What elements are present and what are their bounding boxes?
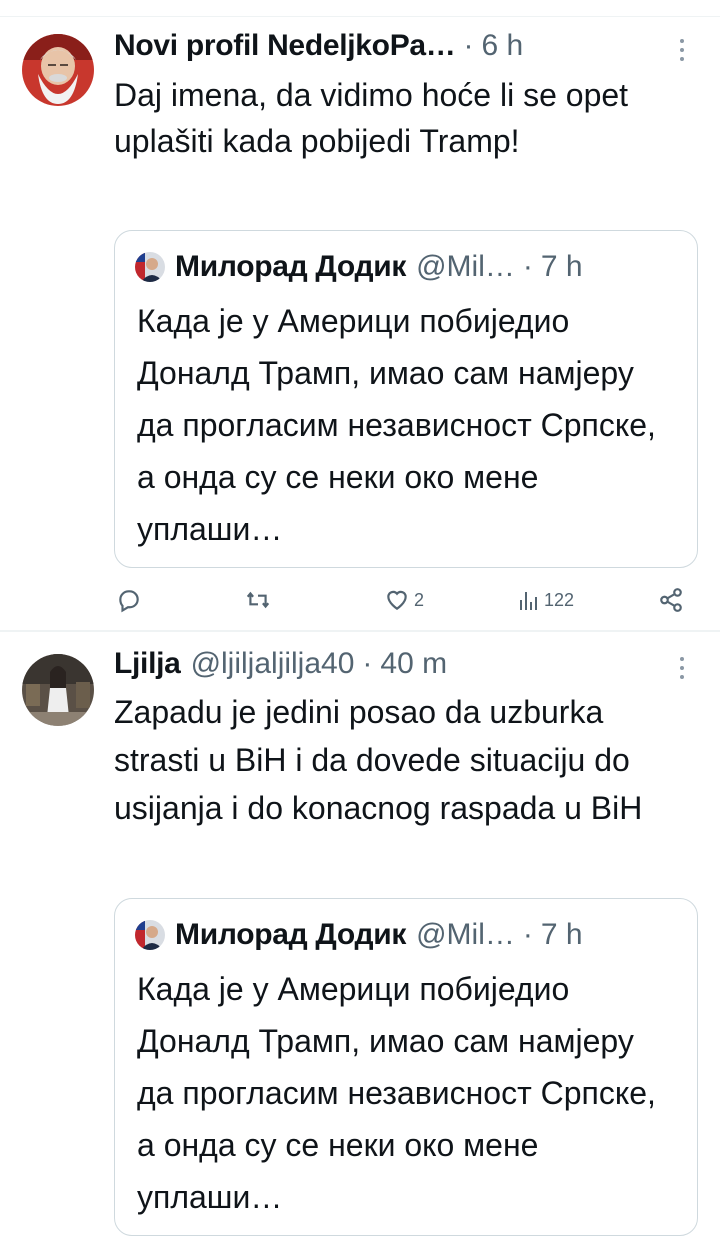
separator: · bbox=[362, 647, 373, 680]
quote-text: Када је у Америци побиједио Доналд Трамп… bbox=[137, 303, 656, 547]
like-button[interactable]: 2 bbox=[384, 580, 424, 620]
quote-handle: @Mil… bbox=[416, 250, 515, 283]
quoted-tweet[interactable]: Милорад Додик @Mil… · 7 h Када је у Амер… bbox=[114, 898, 698, 1236]
avatar[interactable] bbox=[22, 654, 94, 726]
author-name[interactable]: Novi profil NedeljkoPa… bbox=[114, 29, 456, 63]
quote-handle: @Mil… bbox=[416, 918, 515, 951]
avatar[interactable] bbox=[22, 34, 94, 106]
avatar-image bbox=[22, 34, 94, 106]
reply-button[interactable] bbox=[116, 580, 142, 620]
retweet-icon bbox=[246, 591, 270, 609]
tweet-text: Zapadu je jedini posao da uzburka strast… bbox=[114, 694, 643, 826]
separator: · bbox=[522, 918, 533, 951]
more-icon[interactable] bbox=[672, 648, 692, 688]
share-button[interactable] bbox=[658, 580, 684, 620]
like-count: 2 bbox=[414, 589, 425, 610]
view-count: 122 bbox=[544, 589, 575, 610]
quote-text: Када је у Америци побиједио Доналд Трамп… bbox=[137, 971, 656, 1215]
heart-icon bbox=[387, 590, 407, 610]
tweet-divider bbox=[0, 630, 720, 632]
separator: · bbox=[522, 250, 533, 283]
reply-icon bbox=[119, 590, 139, 613]
quote-author-name: Милорад Додик bbox=[175, 250, 407, 283]
avatar-image bbox=[135, 920, 165, 950]
views-button[interactable]: 122 bbox=[518, 580, 574, 620]
avatar-image bbox=[135, 252, 165, 282]
timestamp[interactable]: 40 m bbox=[380, 647, 447, 681]
tweet-text: Daj imena, da vidimo hoće li se opet upl… bbox=[114, 77, 629, 159]
quote-header: Милорад Додик @Mil… · 7 h bbox=[135, 915, 583, 955]
more-icon[interactable] bbox=[672, 30, 692, 70]
avatar-image bbox=[22, 654, 94, 726]
views-icon bbox=[520, 592, 537, 610]
tweet-header: Novi profil NedeljkoPa… · 6 h bbox=[114, 26, 523, 66]
share-icon bbox=[660, 588, 682, 612]
timestamp[interactable]: 6 h bbox=[482, 29, 524, 63]
top-divider bbox=[0, 16, 720, 17]
quote-avatar bbox=[135, 252, 165, 282]
tweet-header: Ljilja @ljiljaljilja40 · 40 m bbox=[114, 644, 447, 684]
action-bar: 2 122 bbox=[112, 580, 692, 620]
separator: · bbox=[463, 29, 474, 62]
author-name[interactable]: Ljilja bbox=[114, 647, 181, 681]
quote-header: Милорад Додик @Mil… · 7 h bbox=[135, 247, 583, 287]
quoted-tweet[interactable]: Милорад Додик @Mil… · 7 h Када је у Амер… bbox=[114, 230, 698, 568]
quote-author-name: Милорад Додик bbox=[175, 918, 407, 951]
author-handle[interactable]: @ljiljaljilja40 bbox=[191, 647, 355, 681]
quote-timestamp: 7 h bbox=[540, 250, 583, 283]
quote-timestamp: 7 h bbox=[540, 918, 583, 951]
quote-avatar bbox=[135, 920, 165, 950]
retweet-button[interactable] bbox=[244, 580, 272, 620]
